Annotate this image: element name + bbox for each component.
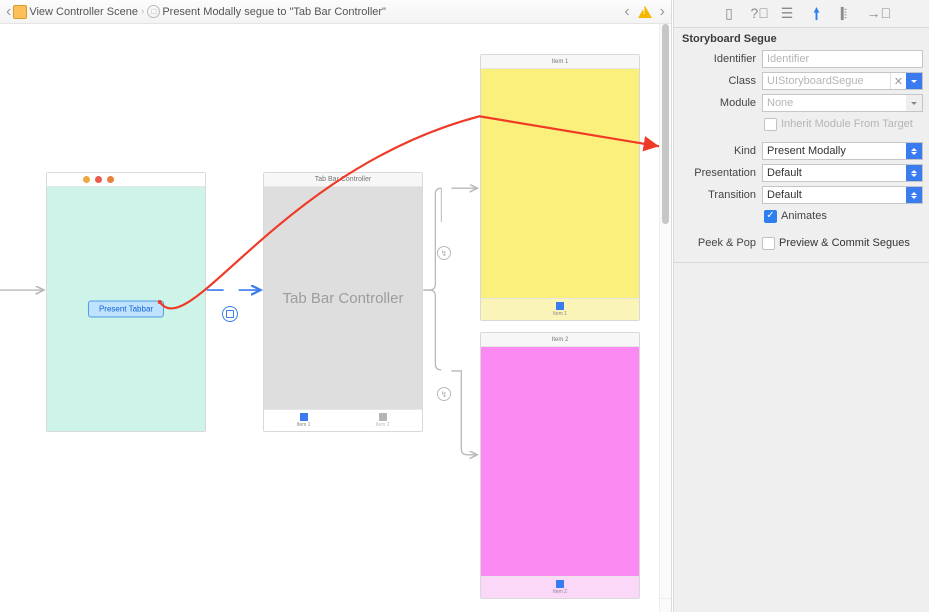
inspector-panel-title: Storyboard Segue [674, 28, 929, 48]
connections-inspector-tab-icon[interactable]: →⃝ [867, 6, 882, 21]
animates-checkbox[interactable] [764, 210, 777, 223]
vc-titlebar-dot-2-icon [95, 176, 102, 183]
kind-label: Kind [674, 145, 756, 157]
tbc-tab-item1[interactable]: Item 1 [264, 410, 343, 431]
transition-label: Transition [674, 189, 756, 201]
segue-node[interactable] [222, 306, 238, 322]
inherit-module-label: Inherit Module From Target [781, 118, 913, 130]
tab-bar-controller-screen[interactable]: Tab Bar Controller Tab Bar Controller It… [263, 172, 423, 432]
vc-titlebar-dot-3-icon [107, 176, 114, 183]
row-transition: Transition Default [674, 184, 923, 206]
class-clear-icon[interactable]: ✕ [890, 73, 906, 89]
kind-select[interactable]: Present Modally [762, 142, 923, 160]
row-animates: Animates [674, 206, 923, 226]
breadcrumb: ‹ View Controller Scene › ☐ Present Moda… [0, 0, 671, 24]
row-inherit-module: Inherit Module From Target [674, 114, 923, 134]
class-placeholder: UIStoryboardSegue [763, 73, 890, 89]
item2-screen[interactable]: Item 2 Item 2 [480, 332, 640, 599]
tab-dot-icon [300, 413, 308, 421]
vc-titlebar-dot-1-icon [83, 176, 90, 183]
identifier-input[interactable] [762, 50, 923, 68]
item2-tab-label: Item 2 [553, 589, 567, 595]
relationship-node-item1[interactable]: ↯ [437, 246, 451, 260]
quick-help-tab-icon[interactable]: ?⃝ [751, 6, 766, 21]
inspector-panel: ▯ ?⃝ ☰ →⃝ Storyboard Segue Identifier Cl… [673, 0, 929, 612]
canvas-vertical-scrollbar[interactable] [659, 24, 671, 598]
presentation-value: Default [763, 165, 906, 181]
presentation-select[interactable]: Default [762, 164, 923, 182]
item1-tab[interactable]: Item 1 [481, 299, 639, 320]
transition-dropdown-arrow-icon[interactable] [906, 187, 922, 203]
tab-dot-icon [556, 580, 564, 588]
item1-screen[interactable]: Item 1 Item 1 [480, 54, 640, 321]
transition-select[interactable]: Default [762, 186, 923, 204]
inspector-tabbar: ▯ ?⃝ ☰ →⃝ [674, 0, 929, 28]
peek-pop-label: Peek & Pop [674, 237, 756, 249]
vc-titlebar [47, 173, 205, 187]
module-dropdown-arrow-icon [906, 95, 922, 111]
warning-triangle-icon[interactable] [638, 6, 652, 18]
kind-dropdown-arrow-icon[interactable] [906, 143, 922, 159]
tab-dot-icon [556, 302, 564, 310]
presentation-label: Presentation [674, 167, 756, 179]
nav-back-chevron-icon[interactable]: ‹ [6, 4, 11, 20]
item2-title: Item 2 [481, 333, 639, 347]
row-module: Module None [674, 92, 923, 114]
preview-commit-checkbox[interactable] [762, 237, 775, 250]
scrollbar-thumb[interactable] [662, 24, 669, 224]
tbc-tab-item2[interactable]: Item 2 [343, 410, 422, 431]
segue-symbol-icon: ☐ [147, 5, 160, 18]
item2-tab[interactable]: Item 2 [481, 577, 639, 598]
scrollbar-corner [659, 598, 671, 612]
item2-tabbar: Item 2 [481, 576, 639, 598]
item1-body [481, 69, 639, 298]
tab-dot-icon [379, 413, 387, 421]
scene-file-icon [13, 5, 27, 19]
chevron-right-icon: › [140, 6, 145, 17]
attributes-inspector-tab-icon[interactable] [809, 6, 824, 21]
identifier-label: Identifier [674, 53, 756, 65]
tbc-title: Tab Bar Controller [264, 173, 422, 187]
item1-tab-label: Item 1 [553, 311, 567, 317]
module-select[interactable]: None [762, 94, 923, 112]
row-peek-pop: Peek & Pop Preview & Commit Segues [674, 232, 923, 254]
module-value: None [763, 95, 906, 111]
relationship-node-item2[interactable]: ↯ [437, 387, 451, 401]
jumpbar-forward-icon[interactable]: › [660, 4, 665, 20]
storyboard-canvas[interactable]: Present Tabbar Tab Bar Controller Tab Ba… [0, 24, 659, 612]
file-inspector-tab-icon[interactable]: ▯ [722, 6, 737, 21]
row-class: Class UIStoryboardSegue ✕ [674, 70, 923, 92]
row-kind: Kind Present Modally [674, 140, 923, 162]
view-controller-screen[interactable]: Present Tabbar [46, 172, 206, 432]
inspector-form: Identifier Class UIStoryboardSegue ✕ Mod… [674, 48, 929, 254]
row-presentation: Presentation Default [674, 162, 923, 184]
module-label: Module [674, 97, 756, 109]
inspector-empty-area [674, 262, 929, 612]
item1-tabbar: Item 1 [481, 298, 639, 320]
identity-inspector-tab-icon[interactable]: ☰ [780, 6, 795, 21]
breadcrumb-scene-label[interactable]: View Controller Scene [29, 6, 138, 18]
class-combo[interactable]: UIStoryboardSegue ✕ [762, 72, 923, 90]
presentation-dropdown-arrow-icon[interactable] [906, 165, 922, 181]
tbc-tab-label-1: Item 1 [297, 422, 311, 428]
inherit-module-checkbox[interactable] [764, 118, 777, 131]
class-dropdown-arrow-icon[interactable] [906, 73, 922, 89]
transition-value: Default [763, 187, 906, 203]
row-identifier: Identifier [674, 48, 923, 70]
size-inspector-tab-icon[interactable] [838, 6, 853, 21]
present-tabbar-button[interactable]: Present Tabbar [88, 301, 164, 318]
class-label: Class [674, 75, 756, 87]
storyboard-canvas-area: ‹ View Controller Scene › ☐ Present Moda… [0, 0, 672, 612]
item2-body [481, 347, 639, 576]
vc-body: Present Tabbar [47, 187, 205, 431]
item1-title: Item 1 [481, 55, 639, 69]
animates-label: Animates [781, 210, 827, 222]
breadcrumb-segue-label[interactable]: Present Modally segue to "Tab Bar Contro… [162, 6, 386, 18]
preview-commit-label: Preview & Commit Segues [779, 237, 910, 249]
tbc-tab-label-2: Item 2 [376, 422, 390, 428]
jumpbar-back-icon[interactable]: ‹ [624, 4, 629, 20]
tbc-tabbar: Item 1 Item 2 [264, 409, 422, 431]
kind-value: Present Modally [763, 143, 906, 159]
tbc-body-label: Tab Bar Controller [264, 187, 422, 409]
